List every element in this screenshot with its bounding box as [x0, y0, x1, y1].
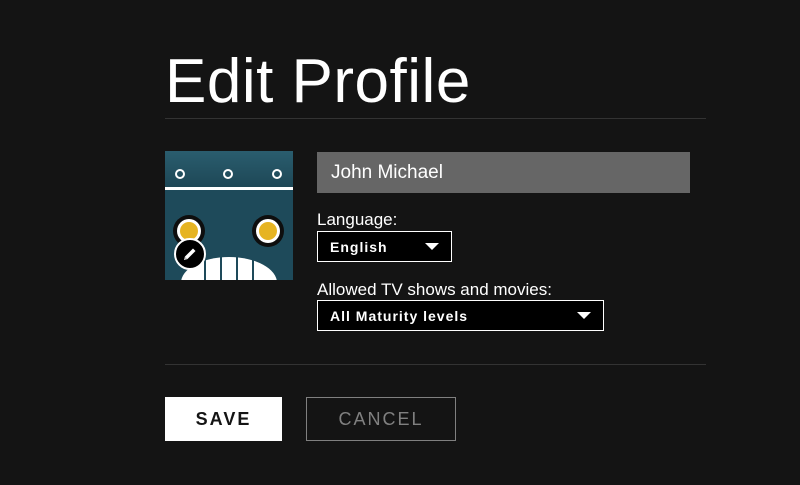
maturity-selected-value: All Maturity levels	[330, 307, 469, 324]
maturity-label: Allowed TV shows and movies:	[317, 280, 552, 299]
language-label: Language:	[317, 210, 398, 229]
top-divider	[165, 118, 706, 119]
maturity-dropdown[interactable]: All Maturity levels	[317, 300, 604, 331]
save-button[interactable]: SAVE	[165, 397, 282, 441]
bottom-divider	[165, 364, 706, 365]
edit-profile-page: Edit Profile John Michael Language: Engl…	[0, 0, 800, 485]
page-title: Edit Profile	[165, 47, 471, 116]
cancel-button[interactable]: CANCEL	[306, 397, 456, 441]
caret-down-icon	[425, 243, 439, 250]
profile-name-input[interactable]	[317, 152, 690, 193]
edit-avatar-button[interactable]	[174, 238, 206, 270]
caret-down-icon	[577, 312, 591, 319]
language-dropdown[interactable]: English	[317, 231, 452, 262]
language-selected-value: English	[330, 238, 388, 255]
pencil-icon	[184, 248, 196, 260]
